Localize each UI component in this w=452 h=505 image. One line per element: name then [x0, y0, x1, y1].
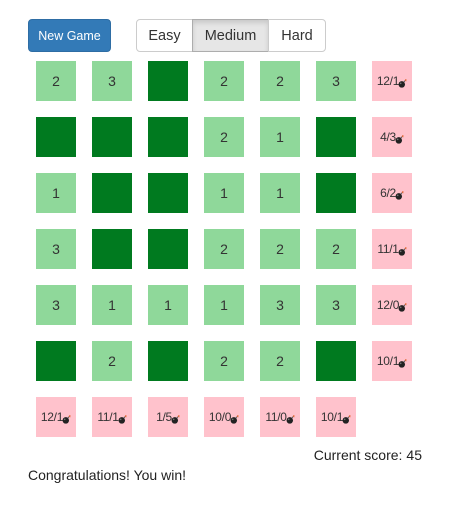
board-cell[interactable]: 3	[316, 285, 356, 325]
bomb-icon	[398, 74, 407, 88]
win-message: Congratulations! You win!	[28, 467, 186, 483]
board-cell[interactable]	[148, 341, 188, 381]
row-hint-text: 10/1	[376, 354, 400, 368]
board-cell[interactable]: 2	[204, 61, 244, 101]
column-hint-text: 10/1	[320, 410, 344, 424]
difficulty-selector: Easy Medium Hard	[136, 19, 326, 52]
row-hint: 11/1	[372, 229, 412, 269]
board-cell[interactable]: 1	[260, 117, 300, 157]
column-hint: 10/1	[316, 397, 356, 437]
board-cell[interactable]: 3	[36, 285, 76, 325]
column-hint-text: 11/1	[97, 410, 119, 424]
board-cell[interactable]: 2	[260, 61, 300, 101]
board-cell[interactable]: 3	[316, 61, 356, 101]
row-hint-text: 12/1	[376, 74, 400, 88]
row-hint: 10/1	[372, 341, 412, 381]
column-hint-text: 1/5	[156, 410, 172, 424]
board-cell[interactable]: 2	[316, 229, 356, 269]
column-hint: 10/0	[204, 397, 244, 437]
board-cell[interactable]: 2	[36, 61, 76, 101]
board-cell[interactable]: 1	[260, 173, 300, 213]
board-cell[interactable]	[148, 173, 188, 213]
board-cell[interactable]	[92, 173, 132, 213]
bomb-icon	[398, 298, 407, 312]
board-cell[interactable]: 2	[204, 229, 244, 269]
row-hint-text: 11/1	[377, 242, 399, 256]
difficulty-medium-button[interactable]: Medium	[192, 19, 269, 52]
bomb-icon	[118, 410, 127, 424]
row-hint: 6/2	[372, 173, 412, 213]
bomb-icon	[398, 354, 407, 368]
row-hint: 4/3	[372, 117, 412, 157]
board-cell[interactable]	[92, 229, 132, 269]
board-cell[interactable]: 2	[260, 341, 300, 381]
board-cell[interactable]: 3	[260, 285, 300, 325]
board-cell[interactable]	[316, 173, 356, 213]
score-display: Current score: 45	[314, 447, 422, 463]
score-value: 45	[406, 447, 422, 463]
row-hint: 12/0	[372, 285, 412, 325]
row-hint: 12/1	[372, 61, 412, 101]
board-cell[interactable]	[92, 117, 132, 157]
board-cell[interactable]: 1	[36, 173, 76, 213]
bomb-icon	[342, 410, 351, 424]
bomb-icon	[395, 186, 404, 200]
board-cell[interactable]	[36, 117, 76, 157]
column-hint: 11/0	[260, 397, 300, 437]
column-hint: 1/5	[148, 397, 188, 437]
column-hint-text: 10/0	[208, 410, 232, 424]
board-cell[interactable]	[36, 341, 76, 381]
column-hint-text: 12/1	[40, 410, 64, 424]
row-hint-text: 6/2	[380, 186, 396, 200]
board-cell[interactable]	[148, 117, 188, 157]
board-cell[interactable]: 2	[260, 229, 300, 269]
bomb-icon	[398, 242, 407, 256]
column-hint-text: 11/0	[265, 410, 287, 424]
board-cell[interactable]: 3	[36, 229, 76, 269]
board-cell[interactable]: 2	[204, 341, 244, 381]
bomb-icon	[286, 410, 295, 424]
board-cell[interactable]: 1	[204, 173, 244, 213]
difficulty-hard-button[interactable]: Hard	[268, 19, 326, 52]
board-cell[interactable]	[316, 341, 356, 381]
board-cell[interactable]: 1	[204, 285, 244, 325]
new-game-button[interactable]: New Game	[28, 19, 111, 52]
board-cell[interactable]	[316, 117, 356, 157]
board-cell[interactable]: 1	[92, 285, 132, 325]
score-label: Current score:	[313, 447, 403, 463]
column-hint: 12/1	[36, 397, 76, 437]
row-hint-text: 12/0	[376, 298, 400, 312]
column-hint: 11/1	[92, 397, 132, 437]
board-cell[interactable]: 2	[92, 341, 132, 381]
board-cell[interactable]: 3	[92, 61, 132, 101]
bomb-icon	[230, 410, 239, 424]
board-cell[interactable]: 2	[204, 117, 244, 157]
difficulty-easy-button[interactable]: Easy	[136, 19, 193, 52]
row-hint-text: 4/3	[380, 130, 396, 144]
bomb-icon	[395, 130, 404, 144]
bomb-icon	[171, 410, 180, 424]
board-cell[interactable]	[148, 61, 188, 101]
bomb-icon	[62, 410, 71, 424]
board-cell[interactable]: 1	[148, 285, 188, 325]
board-cell[interactable]	[148, 229, 188, 269]
